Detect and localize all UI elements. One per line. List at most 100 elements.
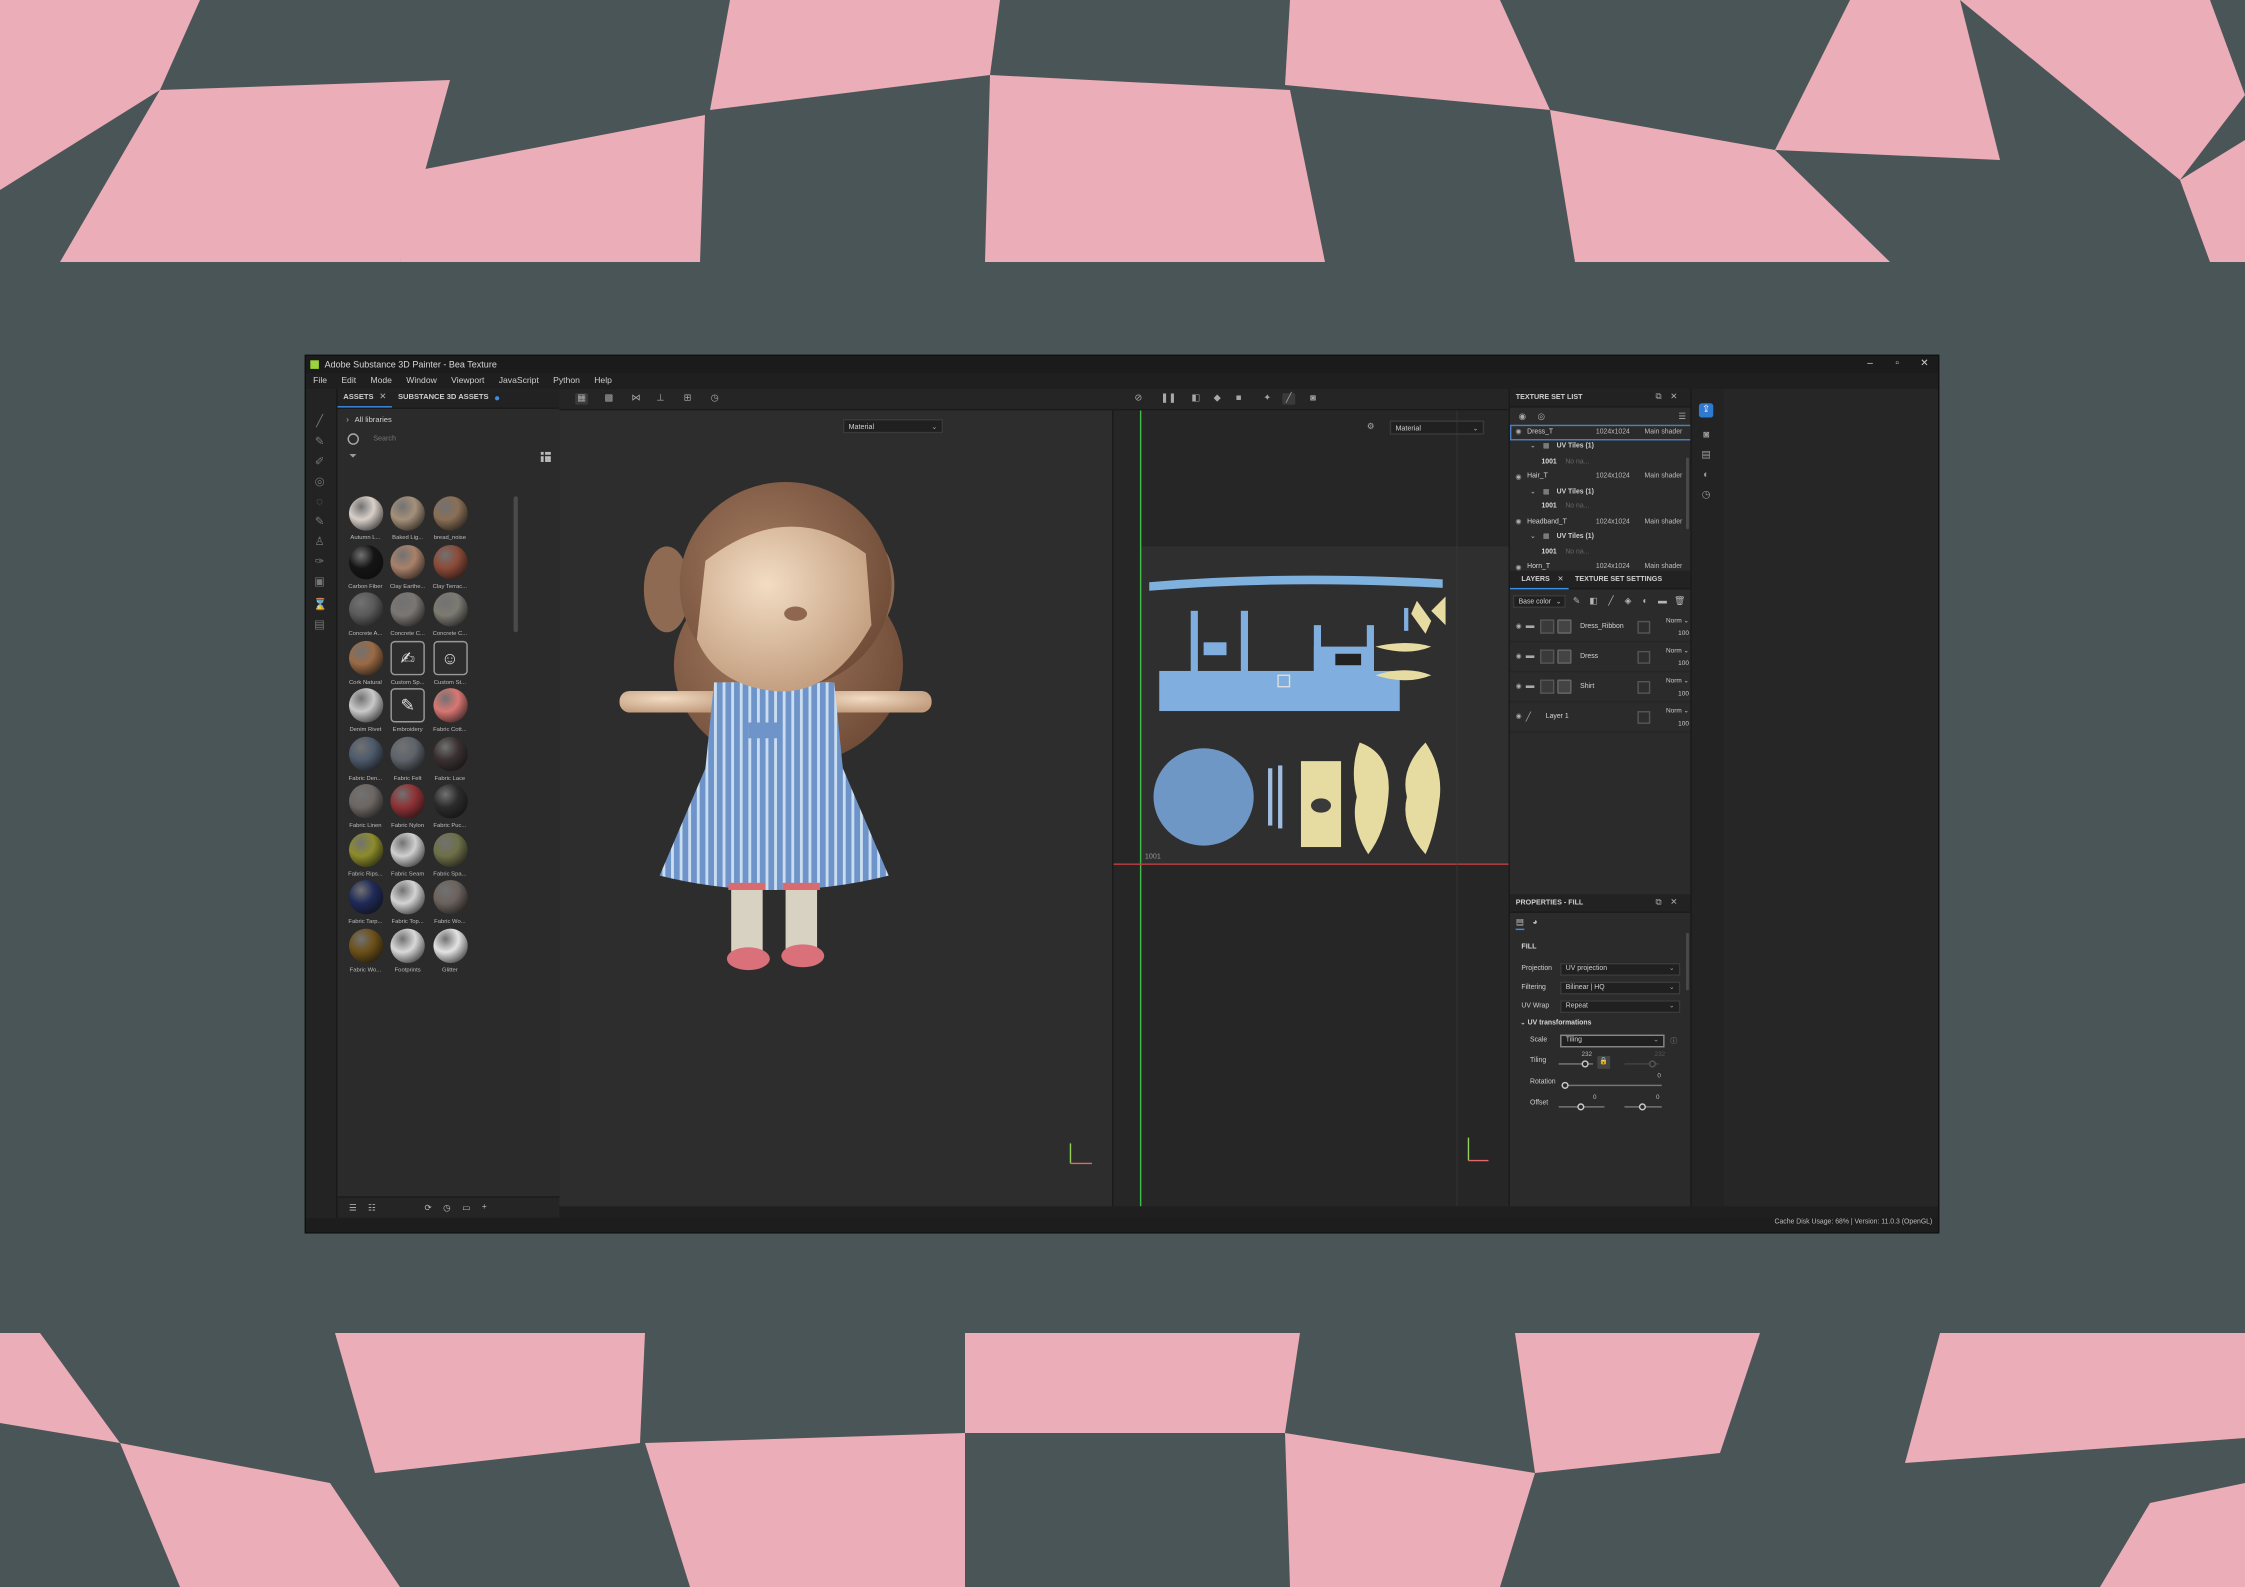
polygon-fill-icon[interactable]: ▣ <box>313 575 326 588</box>
tab-layers[interactable]: LAYERS ✕ <box>1509 570 1570 589</box>
maximize-button[interactable]: ▫ <box>1884 356 1911 373</box>
shader-icon[interactable]: ◐ <box>1699 469 1713 483</box>
menu-viewport[interactable]: Viewport <box>451 377 484 386</box>
close-window-button[interactable]: ✕ <box>1911 356 1938 373</box>
menu-python[interactable]: Python <box>553 377 580 386</box>
pause-icon[interactable]: ❚❚ <box>1161 393 1177 404</box>
asset-item[interactable]: Cork Natural <box>345 640 387 688</box>
layer-row[interactable]: ◉ ▬ Dress_Ribbon Norm ⌄ 100 <box>1509 612 1692 643</box>
asset-item[interactable]: Fabric Wo... <box>429 879 471 928</box>
view-grid-icon[interactable]: ▩ <box>602 393 615 404</box>
menu-mode[interactable]: Mode <box>370 377 391 386</box>
texture-set-row[interactable]: ◉ Dress_T 1024x1024 Main shader <box>1509 424 1692 440</box>
uv-tile-row[interactable]: 1001 No na... <box>1510 545 1692 560</box>
menu-javascript[interactable]: JavaScript <box>499 377 539 386</box>
layer-color-swatch[interactable] <box>1637 680 1651 694</box>
asset-item[interactable]: Fabric Tarp... <box>345 879 387 928</box>
texture-set-shader[interactable]: Main shader <box>1645 429 1683 436</box>
texture-set-row[interactable]: ◉ Hair_T 1024x1024 Main shader <box>1510 470 1692 485</box>
blend-mode-select[interactable]: Norm ⌄ 100 <box>1652 617 1689 637</box>
view-single-icon[interactable]: ▦ <box>575 393 589 405</box>
asset-item[interactable]: Clay Earthe... <box>387 544 429 592</box>
assets-scrollbar[interactable] <box>513 496 518 633</box>
panel-controls[interactable]: ⧉✕ <box>1656 897 1687 908</box>
folder-icon[interactable]: ▭ <box>462 1203 470 1213</box>
blend-mode-select[interactable]: Norm ⌄ 100 <box>1652 707 1689 727</box>
asset-item[interactable]: Autumn L... <box>345 496 387 544</box>
eye-icon[interactable]: ◉ <box>1510 518 1527 527</box>
library-selector[interactable]: › All libraries <box>337 412 559 429</box>
search-input[interactable] <box>370 432 520 445</box>
viewport-2d-uv[interactable]: Material ⌄ ⚙ 1001 <box>1111 410 1510 1207</box>
tab-texture-set-settings[interactable]: TEXTURE SET SETTINGS <box>1569 571 1668 588</box>
visibility-toggle-icon[interactable]: ◉ <box>1519 411 1527 422</box>
uv-tiles-group[interactable]: ⌄ ▦ UV Tiles (1) <box>1510 485 1692 500</box>
asset-item[interactable]: Fabric Seam <box>387 832 429 880</box>
eye-icon[interactable]: ◉ <box>1510 473 1527 482</box>
eye-icon[interactable]: ◉ <box>1510 428 1527 437</box>
uv-tiles-group[interactable]: ⌄ ▦ UV Tiles (1) <box>1510 440 1692 455</box>
mask-icon[interactable] <box>1557 679 1572 694</box>
menu-help[interactable]: Help <box>594 377 612 386</box>
asset-item[interactable]: Fabric Puc... <box>429 784 471 832</box>
layer-row[interactable]: ◉ ▬ Dress Norm ⌄ 100 <box>1509 642 1692 673</box>
asset-item[interactable]: Fabric Felt <box>387 736 429 784</box>
add-fill-layer-icon[interactable]: ◈ <box>1622 596 1635 606</box>
layer-opacity[interactable]: 100 <box>1652 659 1689 666</box>
filtering-select[interactable]: Bilinear | HQ ⌄ <box>1560 981 1681 995</box>
smudge-icon[interactable]: ◌ <box>313 495 326 508</box>
asset-item[interactable]: Carbon Fiber <box>345 544 387 592</box>
add-paint-layer-icon[interactable]: ╱ <box>1604 596 1617 606</box>
import-icon[interactable]: ☰ <box>349 1203 357 1213</box>
eye-icon[interactable]: ◎ <box>1538 411 1546 422</box>
eye-icon[interactable]: ◉ <box>1511 623 1525 630</box>
cube-icon[interactable]: ◆ <box>1211 393 1224 404</box>
uv-wrap-select[interactable]: Repeat ⌄ <box>1560 1000 1681 1014</box>
asset-item[interactable]: Glitter <box>429 927 471 976</box>
layer-color-swatch[interactable] <box>1637 711 1651 724</box>
uv-tiles-group[interactable]: ⌄ ▦ UV Tiles (1) <box>1510 530 1692 545</box>
tab-assets[interactable]: ASSETS ✕ <box>337 389 393 408</box>
eye-icon[interactable]: ◉ <box>1511 713 1525 720</box>
texture-set-shader[interactable]: Main shader <box>1645 474 1683 481</box>
menu-file[interactable]: File <box>313 377 327 386</box>
add-folder-icon[interactable]: ▬ <box>1656 596 1669 606</box>
camera-icon[interactable]: ■ <box>1232 393 1245 404</box>
clone-icon[interactable]: ✎ <box>313 515 326 528</box>
eye-icon[interactable]: ◉ <box>1511 683 1525 690</box>
scale-select[interactable]: Tiling ⌄ <box>1560 1034 1665 1048</box>
uv-tile-row[interactable]: 1001 No na... <box>1510 455 1692 470</box>
text-tool-icon[interactable]: ▤ <box>313 618 326 631</box>
layer-opacity[interactable]: 100 <box>1652 720 1689 727</box>
asset-item[interactable]: ☺ Custom St... <box>429 640 471 688</box>
geometry-mask-icon[interactable]: ◎ <box>313 475 326 488</box>
blend-mode-select[interactable]: Norm ⌄ 100 <box>1652 647 1689 667</box>
asset-item[interactable]: ✍ Custom Sp... <box>387 640 429 688</box>
minimize-button[interactable]: – <box>1856 356 1883 373</box>
filter-icon[interactable]: ⏷ <box>349 451 357 462</box>
asset-item[interactable]: Fabric Nylon <box>387 784 429 832</box>
stamp-icon[interactable]: ♙ <box>313 535 326 548</box>
layer-opacity[interactable]: 100 <box>1652 629 1689 636</box>
layer-opacity[interactable]: 100 <box>1652 690 1689 697</box>
asset-item[interactable]: Clay Terrac... <box>429 544 471 592</box>
asset-item[interactable]: Fabric Top... <box>387 879 429 928</box>
asset-item[interactable]: Denim Rivet <box>345 688 387 736</box>
uv-tile-row[interactable]: 1001 No na... <box>1510 500 1692 515</box>
asset-item[interactable]: Footprints <box>387 927 429 976</box>
asset-item[interactable]: Fabric Cott... <box>429 688 471 736</box>
character-model[interactable] <box>559 410 1112 1206</box>
mask-icon[interactable] <box>1557 649 1572 664</box>
grid-view-icon[interactable] <box>540 451 551 462</box>
asset-item[interactable]: Fabric Spa... <box>429 832 471 880</box>
add-effect-icon[interactable]: ✎ <box>1570 596 1583 606</box>
panel-controls[interactable]: ⧉✕ <box>1656 392 1687 403</box>
lighting-icon[interactable]: ✦ <box>1261 393 1274 404</box>
delete-layer-icon[interactable]: 🗑 <box>1673 595 1686 607</box>
color-picker-icon[interactable]: ✑ <box>313 555 326 568</box>
refresh-icon[interactable]: ⟳ <box>425 1203 432 1213</box>
lock-icon[interactable]: 🔒 <box>1597 1056 1611 1069</box>
menu-edit[interactable]: Edit <box>341 377 356 386</box>
layer-color-swatch[interactable] <box>1637 650 1651 664</box>
texture-set-scrollbar[interactable] <box>1686 457 1689 530</box>
